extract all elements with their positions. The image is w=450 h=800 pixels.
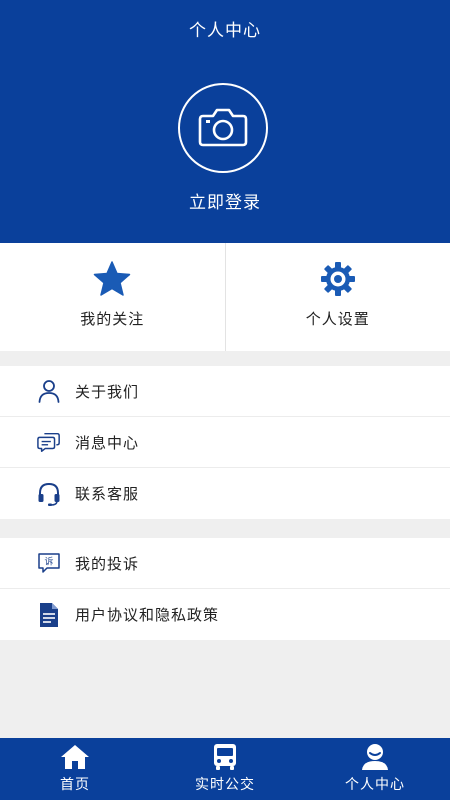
menu-item-label: 关于我们 bbox=[75, 382, 140, 401]
user-filled-icon bbox=[360, 743, 390, 771]
page-title: 个人中心 bbox=[189, 21, 261, 41]
bus-icon bbox=[210, 743, 240, 771]
camera-icon bbox=[197, 104, 249, 152]
profile-screen: 个人中心 立即登录 我的关注 个人设置 关于我们 消息中心 联系客服 诉 我的投… bbox=[0, 0, 450, 800]
my-follows-button[interactable]: 我的关注 bbox=[0, 243, 225, 351]
home-icon bbox=[60, 743, 90, 771]
menu-group-2: 诉 我的投诉 用户协议和隐私政策 bbox=[0, 538, 450, 640]
personal-settings-label: 个人设置 bbox=[305, 310, 370, 328]
menu-item-message-center[interactable]: 消息中心 bbox=[0, 417, 450, 468]
headset-icon bbox=[37, 482, 61, 506]
nav-tab-realtime-bus[interactable]: 实时公交 bbox=[150, 738, 300, 800]
menu-item-user-agreement-privacy[interactable]: 用户协议和隐私政策 bbox=[0, 589, 450, 640]
nav-tab-label: 首页 bbox=[60, 777, 90, 793]
menu-item-label: 联系客服 bbox=[75, 485, 140, 503]
menu-item-about-us[interactable]: 关于我们 bbox=[0, 366, 450, 417]
menu-item-my-complaints[interactable]: 诉 我的投诉 bbox=[0, 538, 450, 589]
star-icon bbox=[92, 259, 132, 299]
chat-bubbles-icon bbox=[37, 430, 61, 454]
bottom-nav: 首页 实时公交 个人中心 bbox=[0, 738, 450, 800]
menu-item-label: 我的投诉 bbox=[75, 554, 140, 573]
document-icon bbox=[37, 602, 61, 627]
quick-actions: 我的关注 个人设置 bbox=[0, 243, 450, 351]
login-link[interactable]: 立即登录 bbox=[0, 188, 450, 213]
menu-item-label: 用户协议和隐私政策 bbox=[75, 606, 220, 624]
menu-item-label: 消息中心 bbox=[75, 433, 140, 452]
nav-tab-profile[interactable]: 个人中心 bbox=[300, 738, 450, 800]
menu-item-contact-support[interactable]: 联系客服 bbox=[0, 468, 450, 519]
nav-tab-label: 个人中心 bbox=[345, 777, 405, 793]
profile-header: 个人中心 立即登录 bbox=[0, 0, 450, 243]
avatar-camera-button[interactable] bbox=[178, 83, 268, 173]
personal-settings-button[interactable]: 个人设置 bbox=[224, 243, 450, 351]
my-follows-label: 我的关注 bbox=[80, 310, 145, 328]
complaint-icon: 诉 bbox=[37, 551, 61, 575]
svg-text:诉: 诉 bbox=[44, 556, 53, 568]
user-outline-icon bbox=[37, 379, 61, 403]
menu-group-1: 关于我们 消息中心 联系客服 bbox=[0, 366, 450, 519]
gear-icon bbox=[318, 259, 358, 299]
nav-tab-home[interactable]: 首页 bbox=[0, 738, 150, 800]
nav-tab-label: 实时公交 bbox=[195, 777, 255, 793]
